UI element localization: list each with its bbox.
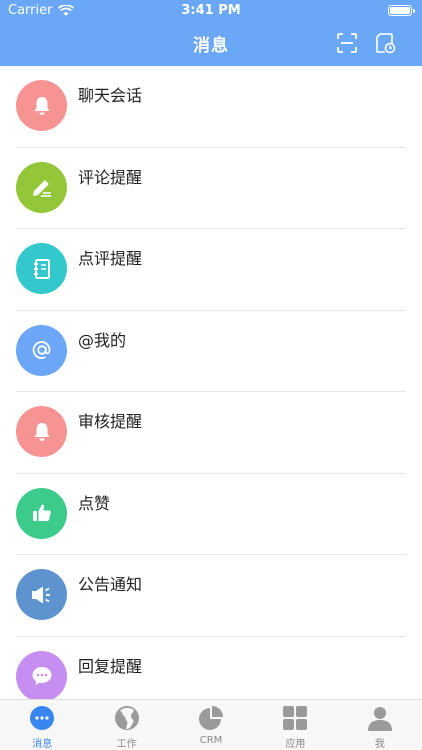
list-item-label: 审核提醒 (78, 412, 143, 431)
message-dots-icon (30, 706, 55, 730)
list-item-label: 点评提醒 (78, 249, 143, 268)
pencil-icon (32, 180, 51, 197)
list-item-label: 点赞 (78, 493, 111, 513)
list-item-label: 回复提醒 (78, 656, 143, 676)
avatar (16, 161, 67, 213)
list-item-mentions[interactable]: @我的 (0, 311, 422, 393)
tab-label: 工作 (116, 739, 137, 750)
avatar (16, 80, 67, 131)
tab-label: 消息 (32, 739, 53, 750)
tab-crm[interactable]: CRM (169, 700, 253, 750)
avatar (16, 650, 67, 702)
contacts-book-icon[interactable] (374, 32, 396, 54)
status-bar: Carrier 3:41 PM (0, 0, 422, 22)
tab-label: CRM (199, 735, 223, 746)
battery-icon (388, 5, 415, 16)
status-time: 3:41 PM (181, 3, 241, 18)
at-icon (32, 341, 50, 359)
tab-bar: 消息 工作 CRM 应用 我 (0, 699, 422, 750)
list-item-chat[interactable]: 聊天会话 (0, 66, 422, 148)
tab-me[interactable]: 我 (338, 700, 422, 750)
avatar (16, 569, 67, 620)
list-item-review[interactable]: 点评提醒 (0, 229, 422, 311)
person-icon (367, 707, 392, 731)
list-item-announcement[interactable]: 公告通知 (0, 555, 422, 637)
globe-icon (114, 706, 139, 730)
page-title: 消息 (193, 36, 229, 56)
avatar (16, 406, 67, 457)
tab-label: 应用 (285, 739, 306, 750)
list-item-approval[interactable]: 审核提醒 (0, 392, 422, 474)
list-item-label: 聊天会话 (78, 86, 143, 105)
thumbs-up-icon (32, 504, 51, 521)
list-item-label: 评论提醒 (78, 167, 143, 187)
scan-icon[interactable] (336, 32, 358, 54)
list-item-label: @我的 (78, 330, 127, 350)
tab-apps[interactable]: 应用 (253, 700, 337, 750)
notebook-icon (33, 258, 50, 279)
message-list: 聊天会话 评论提醒 点评提醒 @我的 审核提醒 点赞 公告通知 回复提醒 (0, 66, 422, 718)
bell-icon (34, 422, 49, 441)
navigation-bar: Carrier 3:41 PM 消息 (0, 0, 422, 66)
megaphone-icon (31, 586, 50, 603)
apps-grid-icon (283, 706, 308, 730)
avatar (16, 487, 67, 539)
chat-bubble-icon (32, 667, 51, 685)
list-item-comment[interactable]: 评论提醒 (0, 148, 422, 230)
list-item-label: 公告通知 (78, 575, 143, 594)
pie-chart-icon (199, 706, 224, 730)
list-item-likes[interactable]: 点赞 (0, 474, 422, 556)
tab-label: 我 (374, 739, 385, 750)
tab-work[interactable]: 工作 (84, 700, 168, 750)
avatar (16, 324, 67, 376)
tab-messages[interactable]: 消息 (0, 700, 84, 750)
avatar (16, 243, 67, 294)
bell-icon (34, 96, 49, 115)
